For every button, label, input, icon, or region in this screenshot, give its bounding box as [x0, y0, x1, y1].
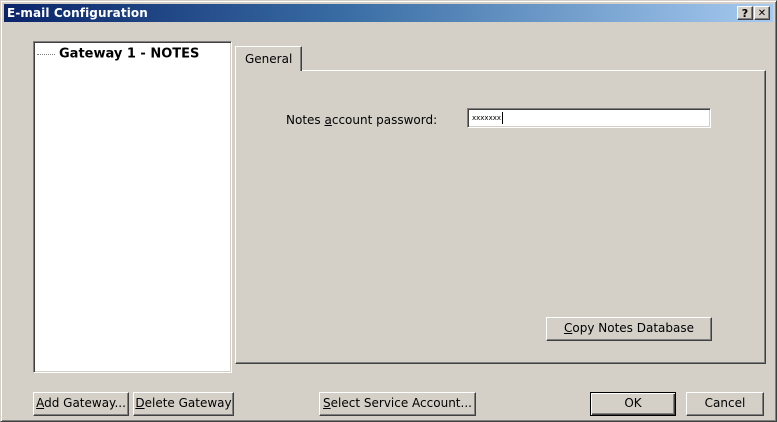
email-configuration-dialog: E-mail Configuration ? ✕ Gateway 1 - NOT… [0, 0, 777, 422]
cancel-button[interactable]: Cancel [686, 392, 764, 416]
help-button[interactable]: ? [737, 6, 753, 20]
copy-notes-database-button[interactable]: Copy Notes Database [546, 317, 712, 341]
window-title: E-mail Configuration [7, 6, 148, 20]
tree-connector-line [37, 54, 55, 55]
select-service-account-button[interactable]: Select Service Account... [319, 392, 476, 416]
tree-item-label: Gateway 1 - NOTES [59, 46, 200, 62]
help-icon: ? [741, 7, 749, 20]
delete-gateway-button[interactable]: Delete Gateway [133, 392, 234, 416]
tab-general[interactable]: General [235, 46, 303, 71]
text-caret [502, 112, 503, 124]
ok-button[interactable]: OK [590, 392, 676, 416]
close-icon: ✕ [757, 8, 767, 19]
add-gateway-button[interactable]: Add Gateway... [33, 392, 129, 416]
gateway-tree[interactable]: Gateway 1 - NOTES [33, 41, 232, 373]
tree-item-gateway-1[interactable]: Gateway 1 - NOTES [37, 45, 199, 63]
title-bar[interactable]: E-mail Configuration ? ✕ [4, 4, 773, 22]
password-mask: xxxxxxx [472, 114, 501, 122]
notes-password-label: Notes account password: [286, 113, 438, 127]
close-button[interactable]: ✕ [754, 6, 770, 20]
tab-label: General [245, 52, 293, 66]
notes-password-input[interactable]: xxxxxxx [467, 108, 711, 128]
